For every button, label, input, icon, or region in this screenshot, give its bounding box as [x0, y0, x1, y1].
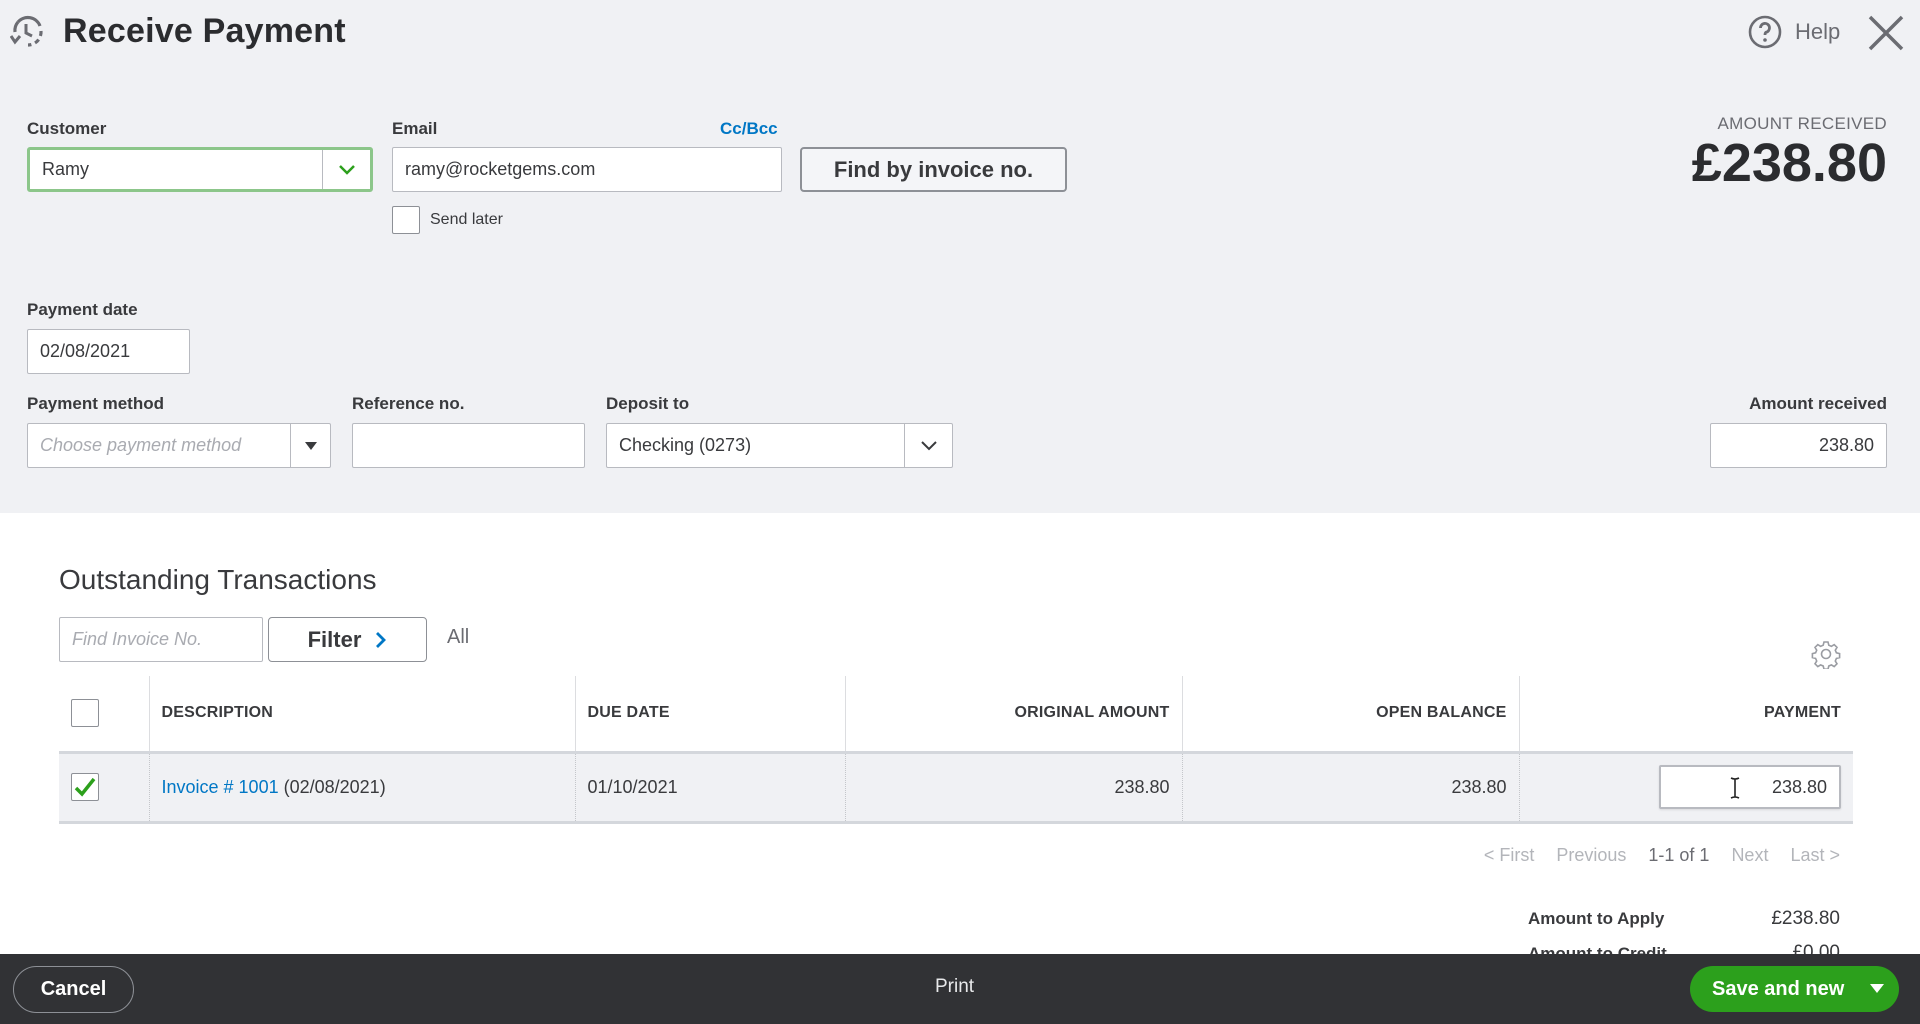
filter-label: Filter: [307, 626, 362, 652]
invoice-link[interactable]: Invoice # 1001: [162, 777, 279, 797]
select-all-checkbox[interactable]: [71, 699, 99, 728]
filter-state-label: All: [447, 626, 470, 648]
email-label: Email: [392, 119, 438, 138]
open-balance-cell: 238.80: [1182, 752, 1520, 824]
text-cursor-icon: [1730, 777, 1740, 799]
column-header-original-amount[interactable]: ORIGINAL AMOUNT: [845, 676, 1183, 754]
amount-received-total: £238.80: [1691, 133, 1887, 193]
page-title: Receive Payment: [63, 12, 346, 50]
payment-date-value: 02/08/2021: [40, 341, 131, 361]
table-row: Invoice # 1001 (02/08/2021) 01/10/2021 2…: [59, 752, 1853, 824]
send-later-checkbox[interactable]: [392, 206, 420, 234]
column-header-open-balance[interactable]: OPEN BALANCE: [1182, 676, 1520, 754]
description-cell: Invoice # 1001 (02/08/2021): [149, 752, 576, 824]
payment-date-field[interactable]: 02/08/2021: [27, 329, 190, 374]
select-all-header: [59, 676, 150, 754]
pagination: < First Previous 1-1 of 1 Next Last >: [1484, 845, 1840, 866]
reference-no-label: Reference no.: [352, 394, 465, 413]
deposit-to-dropdown-toggle[interactable]: [904, 424, 952, 467]
amount-received-label: Amount received: [1749, 394, 1887, 413]
save-and-new-label: Save and new: [1712, 977, 1845, 1000]
customer-value: Ramy: [42, 159, 90, 179]
deposit-to-value: Checking (0273): [619, 435, 752, 455]
payment-method-placeholder: Choose payment method: [40, 435, 242, 455]
recent-clock-icon[interactable]: [10, 14, 46, 50]
outstanding-transactions-table: DESCRIPTION DUE DATE ORIGINAL AMOUNT OPE…: [59, 676, 1853, 824]
payment-cell: 238.80: [1519, 752, 1853, 824]
payment-method-label: Payment method: [27, 394, 164, 413]
pagination-last[interactable]: Last >: [1790, 845, 1840, 866]
cancel-button[interactable]: Cancel: [13, 966, 134, 1013]
close-icon[interactable]: [1866, 13, 1906, 53]
deposit-to-label: Deposit to: [606, 394, 690, 413]
deposit-to-select[interactable]: Checking (0273): [606, 423, 953, 468]
table-header-row: DESCRIPTION DUE DATE ORIGINAL AMOUNT OPE…: [59, 676, 1853, 754]
amount-to-apply-label: Amount to Apply: [1528, 909, 1665, 928]
cc-bcc-link[interactable]: Cc/Bcc: [720, 119, 778, 139]
chevron-right-icon: [376, 631, 387, 648]
footer-bar: Cancel Print Save and new: [0, 954, 1920, 1024]
outstanding-transactions-title: Outstanding Transactions: [59, 564, 377, 595]
payment-method-select[interactable]: Choose payment method: [27, 423, 331, 468]
column-header-description[interactable]: DESCRIPTION: [149, 676, 576, 754]
caret-down-icon[interactable]: [1869, 980, 1885, 996]
chevron-down-icon: [920, 440, 937, 450]
amount-received-value: 238.80: [1818, 435, 1874, 455]
checkmark-icon: [74, 777, 96, 797]
caret-down-icon: [304, 441, 317, 450]
help-button[interactable]: Help: [1747, 14, 1840, 50]
customer-label: Customer: [27, 119, 107, 138]
pagination-next[interactable]: Next: [1731, 845, 1768, 866]
pagination-previous[interactable]: Previous: [1556, 845, 1626, 866]
help-label: Help: [1795, 19, 1841, 44]
column-header-due-date[interactable]: DUE DATE: [575, 676, 846, 754]
find-invoice-input[interactable]: Find Invoice No.: [59, 617, 263, 662]
payment-value: 238.80: [1771, 776, 1827, 797]
email-value: ramy@rocketgems.com: [405, 159, 596, 179]
customer-select[interactable]: Ramy: [27, 147, 373, 192]
find-invoice-placeholder: Find Invoice No.: [72, 629, 203, 649]
amount-to-apply-value: £238.80: [1771, 908, 1840, 929]
pagination-first[interactable]: < First: [1484, 845, 1535, 866]
send-later-label: Send later: [430, 211, 503, 228]
find-by-invoice-button[interactable]: Find by invoice no.: [800, 147, 1067, 192]
amount-received-heading: AMOUNT RECEIVED: [1717, 114, 1887, 133]
original-amount-cell: 238.80: [845, 752, 1183, 824]
row-checkbox[interactable]: [71, 773, 99, 801]
gear-icon[interactable]: [1811, 639, 1841, 669]
payment-date-label: Payment date: [27, 300, 138, 319]
save-and-new-button[interactable]: Save and new: [1690, 966, 1899, 1012]
help-circle-icon: [1748, 15, 1782, 49]
invoice-date: (02/08/2021): [283, 776, 386, 797]
due-date-cell: 01/10/2021: [575, 752, 846, 824]
reference-no-field[interactable]: [352, 423, 585, 468]
pagination-range: 1-1 of 1: [1648, 845, 1710, 865]
filter-button[interactable]: Filter: [268, 617, 427, 662]
email-field[interactable]: ramy@rocketgems.com: [392, 147, 782, 192]
payment-input[interactable]: 238.80: [1659, 765, 1841, 809]
customer-dropdown-toggle[interactable]: [322, 150, 370, 189]
column-header-payment[interactable]: PAYMENT: [1519, 676, 1853, 754]
print-button[interactable]: Print: [935, 976, 974, 998]
row-select-cell: [59, 752, 150, 824]
chevron-down-icon: [338, 164, 355, 175]
payment-method-dropdown-toggle[interactable]: [290, 424, 330, 467]
amount-received-field[interactable]: 238.80: [1710, 423, 1887, 468]
